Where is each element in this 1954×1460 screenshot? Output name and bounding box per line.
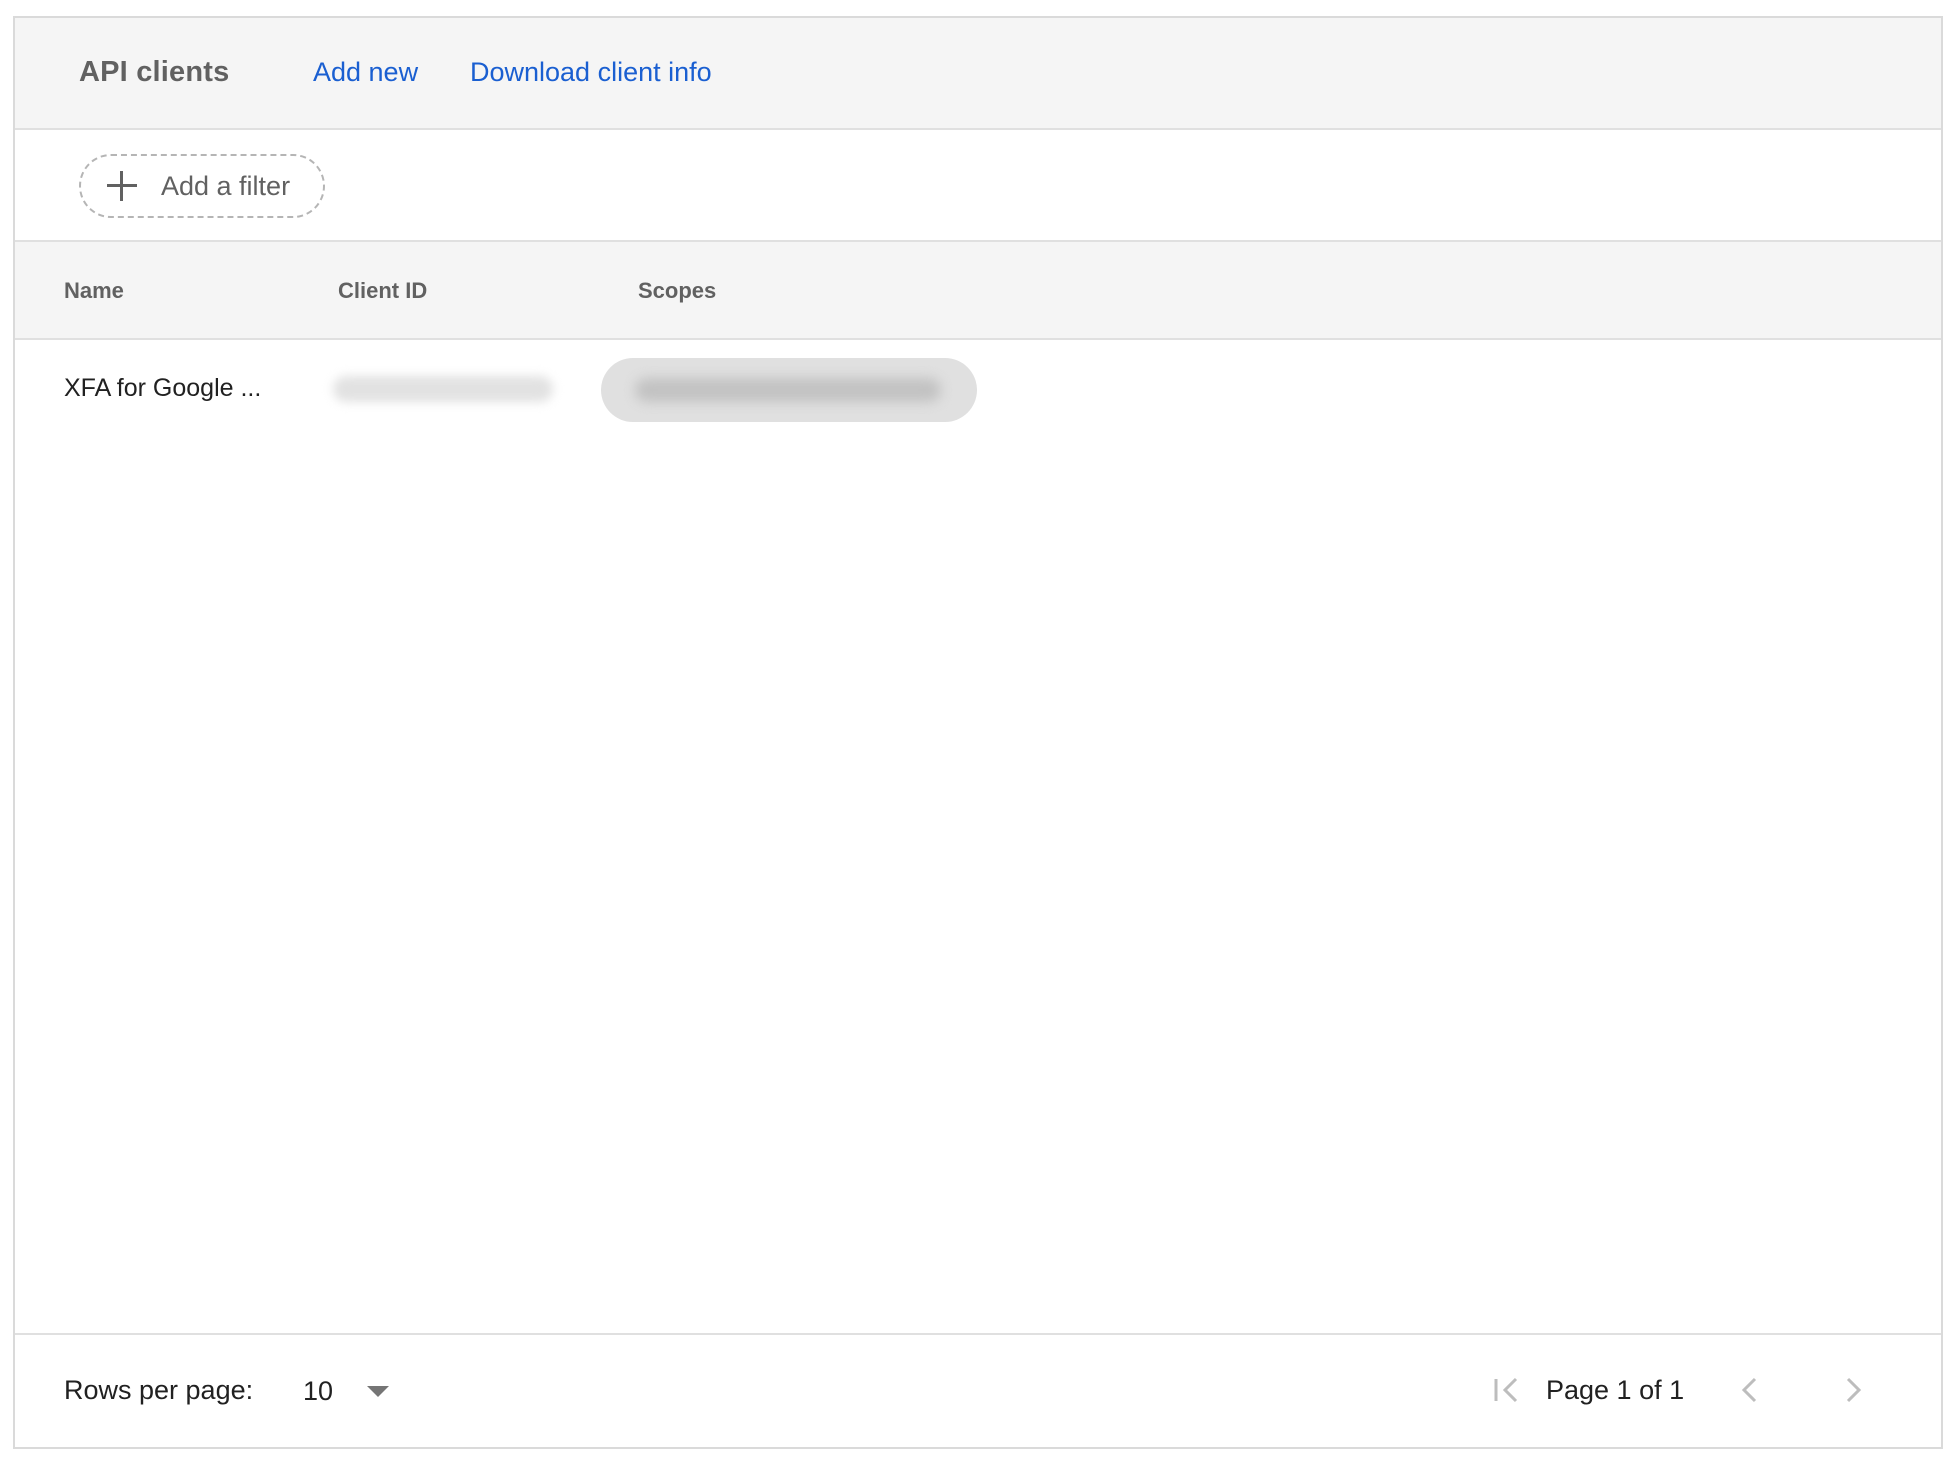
first-page-button[interactable] — [1482, 1365, 1532, 1415]
page-info: Page 1 of 1 — [1546, 1375, 1685, 1405]
download-client-info-link[interactable]: Download client info — [470, 57, 712, 88]
add-filter-label: Add a filter — [161, 170, 291, 201]
table-header: Name Client ID Scopes — [15, 242, 1941, 340]
scope-text-redacted — [635, 378, 941, 402]
first-page-icon — [1494, 1377, 1518, 1403]
rows-per-page-value: 10 — [303, 1375, 334, 1406]
rows-per-page-select[interactable]: 10 — [287, 1363, 397, 1419]
previous-page-button[interactable] — [1725, 1365, 1775, 1415]
column-header-scopes[interactable]: Scopes — [638, 278, 716, 304]
filter-bar: Add a filter — [15, 130, 1941, 242]
plus-icon — [107, 171, 137, 201]
page-title: API clients — [79, 56, 230, 88]
next-page-button[interactable] — [1828, 1365, 1878, 1415]
client-name-cell: XFA for Google ... — [64, 374, 262, 402]
panel-header: API clients Add new Download client info — [15, 18, 1941, 130]
add-filter-button[interactable]: Add a filter — [79, 154, 325, 218]
table-row[interactable]: XFA for Google ... — [15, 340, 1941, 438]
scope-chip-redacted — [601, 358, 977, 422]
rows-per-page-label: Rows per page: — [64, 1375, 254, 1405]
column-header-client-id[interactable]: Client ID — [338, 278, 427, 304]
add-new-link[interactable]: Add new — [313, 57, 418, 88]
client-id-cell-redacted — [333, 376, 553, 402]
column-header-name[interactable]: Name — [64, 278, 124, 304]
caret-down-icon — [367, 1385, 390, 1397]
api-clients-panel: API clients Add new Download client info… — [13, 16, 1943, 1449]
chevron-right-icon — [1846, 1377, 1862, 1403]
chevron-left-icon — [1741, 1377, 1757, 1403]
pagination-footer: Rows per page: 10 Page 1 of 1 — [15, 1333, 1941, 1447]
